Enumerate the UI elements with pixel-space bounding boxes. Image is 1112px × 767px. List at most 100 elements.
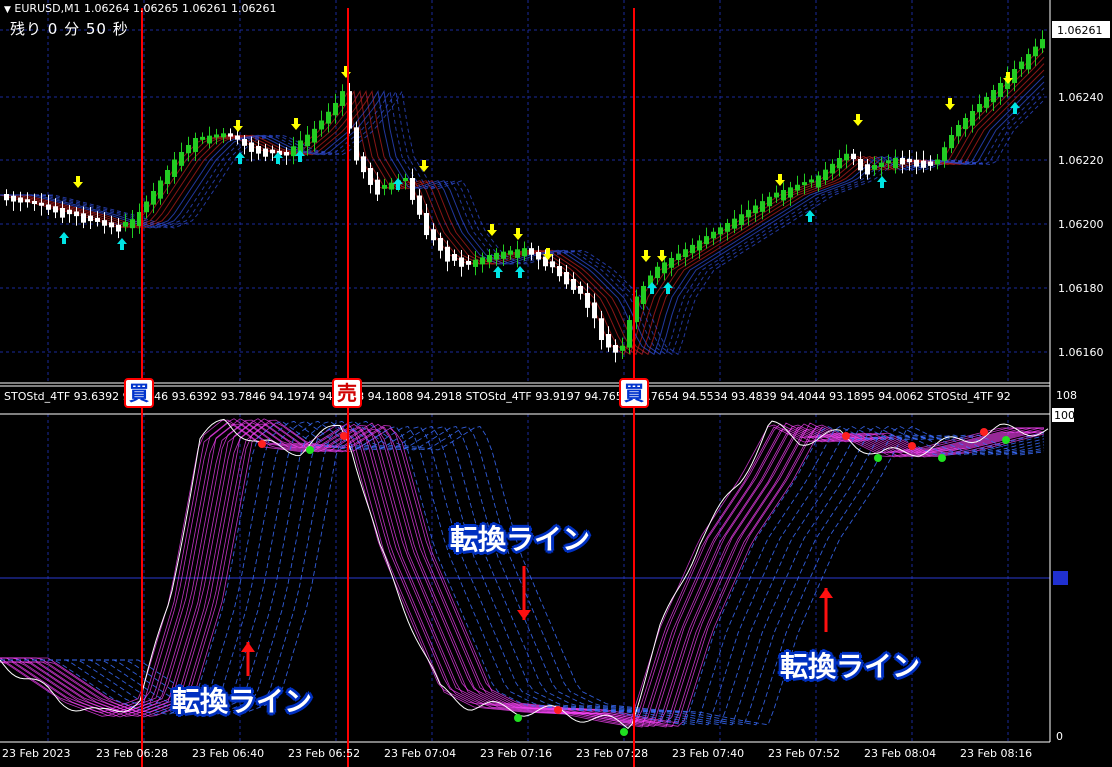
down-arrow-icon [945, 98, 955, 110]
candle-body [711, 231, 716, 239]
up-arrow-icon [235, 152, 245, 164]
chart-frame [0, 0, 1051, 743]
candle-body [991, 90, 996, 103]
candle-body [963, 118, 968, 130]
candle-body [984, 97, 989, 108]
candle-body [515, 249, 520, 258]
cross-dot [620, 728, 628, 736]
price-tick: 1.06180 [1058, 282, 1104, 295]
ma-line [0, 50, 1045, 356]
candle-body [186, 145, 191, 154]
indicator-axis: 108 100 0 [1052, 389, 1077, 743]
candle-body [165, 170, 170, 185]
candle-body [18, 197, 23, 203]
candle-body [172, 159, 177, 177]
indicator-mid-marker [1053, 571, 1068, 585]
candle-body [830, 163, 835, 174]
candle-body [809, 179, 814, 183]
candle-body [816, 175, 821, 188]
candle-body [501, 251, 506, 259]
up-arrow-icon [877, 176, 887, 188]
candle-body [102, 220, 107, 226]
cross-dot [340, 432, 348, 440]
time-tick: 23 Feb 08:04 [864, 747, 936, 760]
candle-body [613, 345, 618, 353]
candle-body [900, 158, 905, 165]
up-arrow-icon [663, 282, 673, 294]
time-tick: 23 Feb 07:28 [576, 747, 648, 760]
candle-body [361, 156, 366, 173]
candle-body [116, 224, 121, 232]
symbol-quote: EURUSD,M1 1.06264 1.06265 1.06261 1.0626… [14, 2, 277, 15]
up-arrow-icon [117, 238, 127, 250]
candle-body [921, 160, 926, 168]
candle-body [718, 227, 723, 235]
candle-body [844, 153, 849, 161]
candle-body [74, 211, 79, 217]
candle-body [669, 258, 674, 268]
candle-body [410, 178, 415, 200]
candle-body [46, 204, 51, 210]
candle-body [802, 182, 807, 186]
symbol-info: ▼ EURUSD,M1 1.06264 1.06265 1.06261 1.06… [4, 2, 277, 15]
candle-body [704, 236, 709, 245]
candle-body [662, 262, 667, 274]
candle-body [571, 279, 576, 290]
candle-body [256, 146, 261, 154]
down-arrow-icon [657, 250, 667, 262]
candle-body [487, 255, 492, 263]
candle-body [81, 213, 86, 223]
candle-body [725, 223, 730, 232]
candle-body [144, 201, 149, 213]
candle-body [32, 201, 37, 205]
candle-body [452, 254, 457, 261]
candle-body [494, 252, 499, 260]
down-arrow-icon [853, 114, 863, 126]
dropdown-triangle-icon[interactable]: ▼ [4, 5, 11, 15]
candle-body [368, 168, 373, 185]
candle-body [200, 136, 205, 140]
candle-body [235, 135, 240, 140]
candle-body [207, 135, 212, 144]
candle-body [438, 238, 443, 251]
candle-body [578, 286, 583, 294]
down-arrow-icon [513, 228, 523, 240]
candle-body [123, 222, 128, 227]
price-axis: 1.06261 1.06240 1.06220 1.06200 1.06180 … [1052, 21, 1110, 359]
cross-dot [258, 440, 266, 448]
mt4-chart-window[interactable]: 1.06261 1.06240 1.06220 1.06200 1.06180 … [0, 0, 1112, 767]
candle-body [130, 219, 135, 229]
candle-body [326, 111, 331, 124]
candle-body [942, 147, 947, 161]
candle-body [564, 272, 569, 285]
candle-body [67, 209, 72, 215]
candle-body [1040, 39, 1045, 49]
candle-body [382, 185, 387, 189]
candle-body [606, 334, 611, 348]
candle-body [1026, 54, 1031, 70]
ma-line [0, 87, 1045, 356]
time-axis: 23 Feb 2023 23 Feb 06:28 23 Feb 06:40 23… [2, 747, 1032, 760]
price-and-indicator-chart[interactable]: 1.06261 1.06240 1.06220 1.06200 1.06180 … [0, 0, 1112, 767]
candle-body [795, 184, 800, 191]
cross-dot [938, 454, 946, 462]
indicator-scale-top: 100 [1054, 409, 1075, 422]
candle-body [690, 244, 695, 254]
cross-dot [874, 454, 882, 462]
candle-body [739, 214, 744, 226]
candle-body [158, 180, 163, 199]
candle-body [599, 318, 604, 341]
candle-body [837, 158, 842, 169]
down-arrow-icon [1003, 72, 1013, 84]
candle-body [536, 252, 541, 260]
candle-body [998, 83, 1003, 97]
candle-body [291, 146, 296, 157]
candle-body [865, 164, 870, 175]
candle-body [760, 201, 765, 212]
red-arrow-head [517, 610, 531, 620]
candle-body [627, 320, 632, 348]
candle-body [354, 127, 359, 161]
candle-body [767, 196, 772, 207]
signal-vertical-lines [141, 8, 635, 767]
candle-body [389, 182, 394, 190]
